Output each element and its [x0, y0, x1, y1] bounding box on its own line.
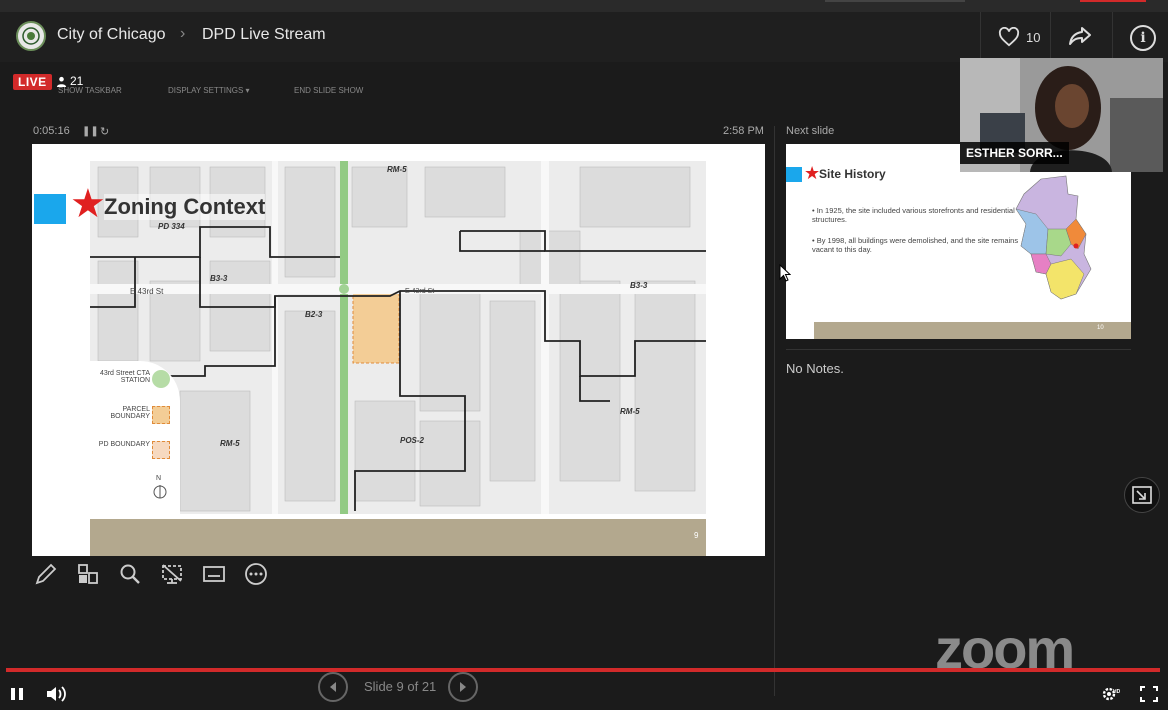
svg-text:B3-3: B3-3	[210, 274, 228, 283]
legend-pd-label: PD BOUNDARY	[98, 441, 150, 448]
heart-icon	[998, 27, 1020, 47]
presenter-tools	[34, 562, 268, 590]
svg-text:E 43rd St: E 43rd St	[405, 288, 434, 295]
top-tab-indicator	[825, 0, 965, 2]
next-slide-label: Next slide	[786, 125, 835, 137]
next-slide-button[interactable]	[448, 672, 478, 702]
timer-pause-icon: ❚❚	[82, 126, 99, 137]
chicago-community-map	[1015, 175, 1092, 300]
svg-text:HD: HD	[1113, 689, 1120, 695]
next-slide-footer-bar	[814, 322, 1131, 339]
header-divider	[1112, 12, 1113, 62]
slide-title: Zoning Context	[104, 194, 266, 220]
svg-text:RM-5: RM-5	[220, 439, 240, 448]
fullscreen-button[interactable]	[1140, 686, 1158, 702]
top-accent-indicator	[1080, 0, 1146, 2]
participant-name: ESTHER SORR...	[960, 142, 1069, 164]
share-icon	[1069, 27, 1091, 45]
display-settings-button: DISPLAY SETTINGS ▾	[168, 86, 250, 95]
slide-footer-bar	[90, 519, 706, 556]
zoom-magnifier-icon[interactable]	[118, 562, 142, 586]
next-slide-number: 10	[1097, 325, 1104, 331]
picture-in-picture-button[interactable]	[1124, 477, 1160, 513]
next-slide-bullet: • In 1925, the site included various sto…	[812, 206, 1015, 225]
elapsed-timer: 0:05:16	[33, 125, 70, 137]
svg-text:RM-5: RM-5	[620, 407, 640, 416]
video-player[interactable]: LIVE 21 SHOW TASKBAR DISPLAY SETTINGS ▾ …	[0, 58, 1168, 710]
black-screen-icon[interactable]	[160, 562, 184, 586]
legend-station-label: 43rd Street CTA STATION	[99, 370, 150, 384]
mouse-cursor-icon	[779, 264, 791, 282]
legend-station-swatch	[152, 370, 170, 388]
svg-text:PD 334: PD 334	[158, 222, 185, 231]
presenter-toolbar: SHOW TASKBAR DISPLAY SETTINGS ▾ END SLID…	[30, 82, 730, 98]
playback-progress-bar[interactable]	[6, 668, 1160, 672]
see-all-slides-icon[interactable]	[76, 562, 100, 586]
current-slide: RM-5 PD 334 B3-3 B2-3 POS-2 RM-5 RM-5 B3…	[32, 144, 765, 556]
slide-number: 9	[694, 531, 699, 540]
end-slide-show-button: END SLIDE SHOW	[294, 86, 364, 95]
timer-reset-icon: ↻	[100, 126, 110, 138]
presenter-clock: 2:58 PM	[723, 125, 764, 137]
svg-text:E 43rd St: E 43rd St	[130, 287, 164, 296]
settings-gear-icon[interactable]: HD	[1100, 685, 1120, 703]
subtitles-icon[interactable]	[202, 562, 226, 586]
cta-green-line	[340, 161, 348, 514]
breadcrumb-stream: DPD Live Stream	[202, 26, 326, 43]
more-options-icon[interactable]	[244, 562, 268, 586]
pause-button[interactable]	[10, 687, 24, 701]
next-slide-preview: ★ Site History • In 1925, the site inclu…	[786, 144, 1131, 339]
presenter-webcam: ESTHER SORR...	[960, 58, 1163, 172]
presenter-divider	[774, 126, 775, 696]
page-header: City of Chicago › DPD Live Stream 10 i	[0, 12, 1168, 62]
like-count: 10	[1026, 29, 1041, 45]
star-icon: ★	[804, 163, 821, 183]
triangle-left-icon	[330, 682, 336, 692]
info-icon[interactable]: i	[1130, 25, 1156, 51]
next-slide-bullet: • By 1998, all buildings were demolished…	[812, 236, 1019, 255]
volume-button[interactable]	[46, 685, 68, 703]
header-divider	[980, 12, 981, 62]
notes-divider	[786, 349, 1131, 350]
header-divider	[1050, 12, 1051, 62]
breadcrumb-chevron-icon: ›	[180, 25, 186, 42]
share-button[interactable]	[1068, 25, 1094, 49]
like-button[interactable]: 10	[998, 24, 1040, 50]
slide-counter: Slide 9 of 21	[364, 679, 437, 694]
show-taskbar-button: SHOW TASKBAR	[58, 86, 122, 95]
svg-text:RM-5: RM-5	[387, 165, 407, 174]
svg-text:B2-3: B2-3	[305, 310, 323, 319]
pip-icon	[1132, 486, 1152, 504]
north-arrow-icon	[153, 485, 167, 499]
legend-pd-swatch	[152, 441, 170, 459]
triangle-right-icon	[460, 682, 466, 692]
city-seal-logo[interactable]	[16, 21, 46, 51]
legend-parcel-label: PARCEL BOUNDARY	[110, 406, 150, 420]
next-slide-title: Site History	[819, 167, 886, 181]
north-label: N	[156, 475, 162, 482]
next-slide-accent-square	[786, 167, 802, 182]
star-icon: ★	[70, 182, 106, 226]
previous-slide-button[interactable]	[318, 672, 348, 702]
browser-top-strip	[0, 0, 1168, 12]
map-legend: 43rd Street CTA STATION PARCEL BOUNDARY …	[90, 361, 180, 516]
parcel-boundary	[352, 288, 400, 364]
slide-accent-square	[34, 194, 66, 224]
speaker-notes: No Notes.	[786, 361, 844, 376]
breadcrumb-city[interactable]: City of Chicago	[57, 26, 166, 44]
pen-icon[interactable]	[34, 562, 58, 586]
svg-text:POS-2: POS-2	[400, 436, 425, 445]
legend-parcel-swatch	[152, 406, 170, 424]
svg-text:B3-3: B3-3	[630, 281, 648, 290]
